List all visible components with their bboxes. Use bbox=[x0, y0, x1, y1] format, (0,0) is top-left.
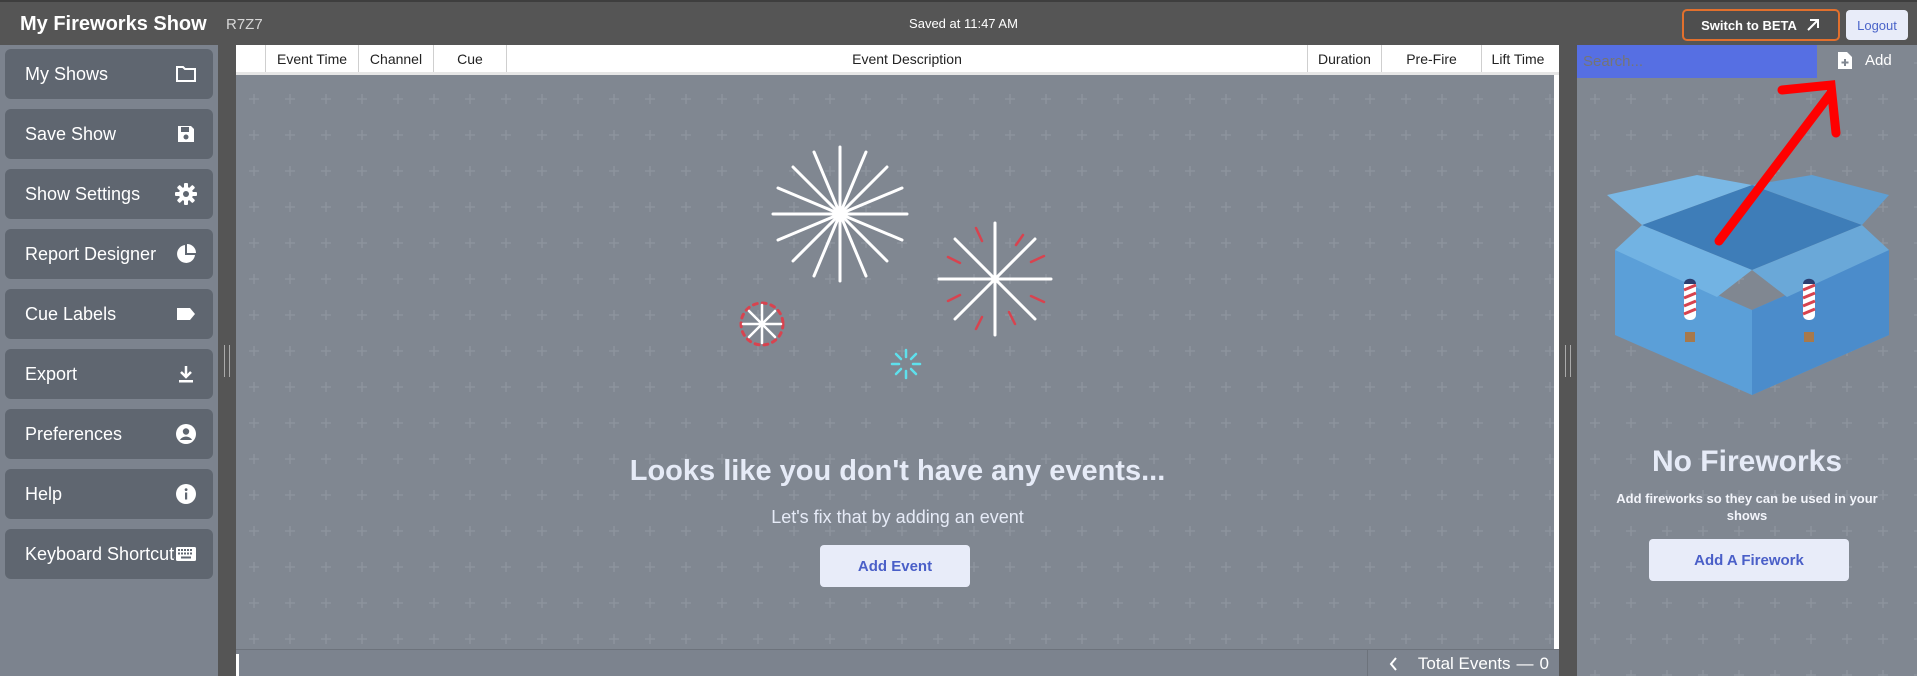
logout-button[interactable]: Logout bbox=[1846, 10, 1908, 40]
folder-icon bbox=[175, 63, 197, 85]
rocket-icon bbox=[1802, 278, 1816, 342]
user-circle-icon bbox=[175, 423, 197, 445]
sidebar-item-label: My Shows bbox=[25, 63, 109, 84]
total-events: Total Events — 0 bbox=[1366, 650, 1549, 676]
empty-events-title: Looks like you don't have any events... bbox=[629, 455, 1166, 487]
sidebar-item-save-show[interactable]: Save Show bbox=[5, 109, 213, 159]
add-firework-button[interactable]: Add A Firework bbox=[1649, 539, 1849, 581]
sidebar-item-label: Report Designer bbox=[25, 243, 157, 264]
arrow-up-right-icon bbox=[1805, 17, 1821, 33]
sidebar-item-label: Show Settings bbox=[25, 183, 141, 204]
label-tag-icon bbox=[175, 303, 197, 325]
sidebar-item-preferences[interactable]: Preferences bbox=[5, 409, 213, 459]
info-icon bbox=[175, 483, 197, 505]
sidebar-item-label: Help bbox=[25, 483, 63, 504]
switch-to-beta-button[interactable]: Switch to BETA bbox=[1682, 9, 1840, 41]
sidebar-item-cue-labels[interactable]: Cue Labels bbox=[5, 289, 213, 339]
collapse-chevron-icon[interactable] bbox=[1389, 657, 1398, 671]
add-event-button[interactable]: Add Event bbox=[820, 545, 970, 587]
sidebar-item-help[interactable]: Help bbox=[5, 469, 213, 519]
total-events-label: Total Events bbox=[1417, 654, 1511, 673]
gear-icon bbox=[175, 183, 197, 205]
total-events-count: 0 bbox=[1539, 654, 1549, 673]
splitter-grip-icon bbox=[1565, 345, 1571, 377]
top-bar: My Fireworks Show R7Z7 Saved at 11:47 AM… bbox=[0, 0, 1917, 45]
save-icon bbox=[175, 123, 197, 145]
sidebar-item-label: Preferences bbox=[25, 423, 123, 444]
sidebar-item-show-settings[interactable]: Show Settings bbox=[5, 169, 213, 219]
sidebar-item-export[interactable]: Export bbox=[5, 349, 213, 399]
fireworks-panel: Add No Fireworks Add f bbox=[1577, 45, 1917, 676]
pie-chart-icon bbox=[175, 243, 197, 265]
empty-box-illustration bbox=[1607, 80, 1889, 395]
sidebar-item-label: Save Show bbox=[25, 123, 117, 144]
splitter-grip-icon bbox=[224, 345, 230, 377]
keyboard-icon bbox=[175, 543, 197, 565]
right-panel-splitter[interactable] bbox=[1559, 45, 1577, 676]
sidebar-item-report-designer[interactable]: Report Designer bbox=[5, 229, 213, 279]
saved-status: Saved at 11:47 AM bbox=[909, 16, 1018, 31]
switch-to-beta-label: Switch to BETA bbox=[1701, 17, 1797, 33]
sidebar-item-my-shows[interactable]: My Shows bbox=[5, 49, 213, 99]
sidebar-item-label: Cue Labels bbox=[25, 303, 117, 324]
events-scrollbar[interactable] bbox=[1554, 75, 1559, 649]
no-fireworks-subtitle: Add fireworks so they can be used in you… bbox=[1616, 491, 1878, 523]
no-fireworks-title: No Fireworks bbox=[1651, 445, 1843, 478]
sidebar: My Shows Save Show Show Settings Report … bbox=[0, 45, 218, 676]
total-events-dash: — bbox=[1516, 654, 1534, 673]
events-footer: Total Events — 0 bbox=[236, 649, 1559, 676]
sidebar-item-label: Keyboard Shortcuts bbox=[25, 543, 175, 564]
download-icon bbox=[175, 363, 197, 385]
left-panel-splitter[interactable] bbox=[218, 45, 236, 676]
sidebar-item-keyboard-shortcuts[interactable]: Keyboard Shortcuts bbox=[5, 529, 213, 579]
empty-events-subtitle: Let's fix that by adding an event bbox=[771, 507, 1024, 527]
events-panel: Event Time Channel Cue Event Description… bbox=[236, 45, 1559, 676]
rocket-icon bbox=[1683, 278, 1697, 342]
sidebar-item-label: Export bbox=[25, 363, 78, 384]
